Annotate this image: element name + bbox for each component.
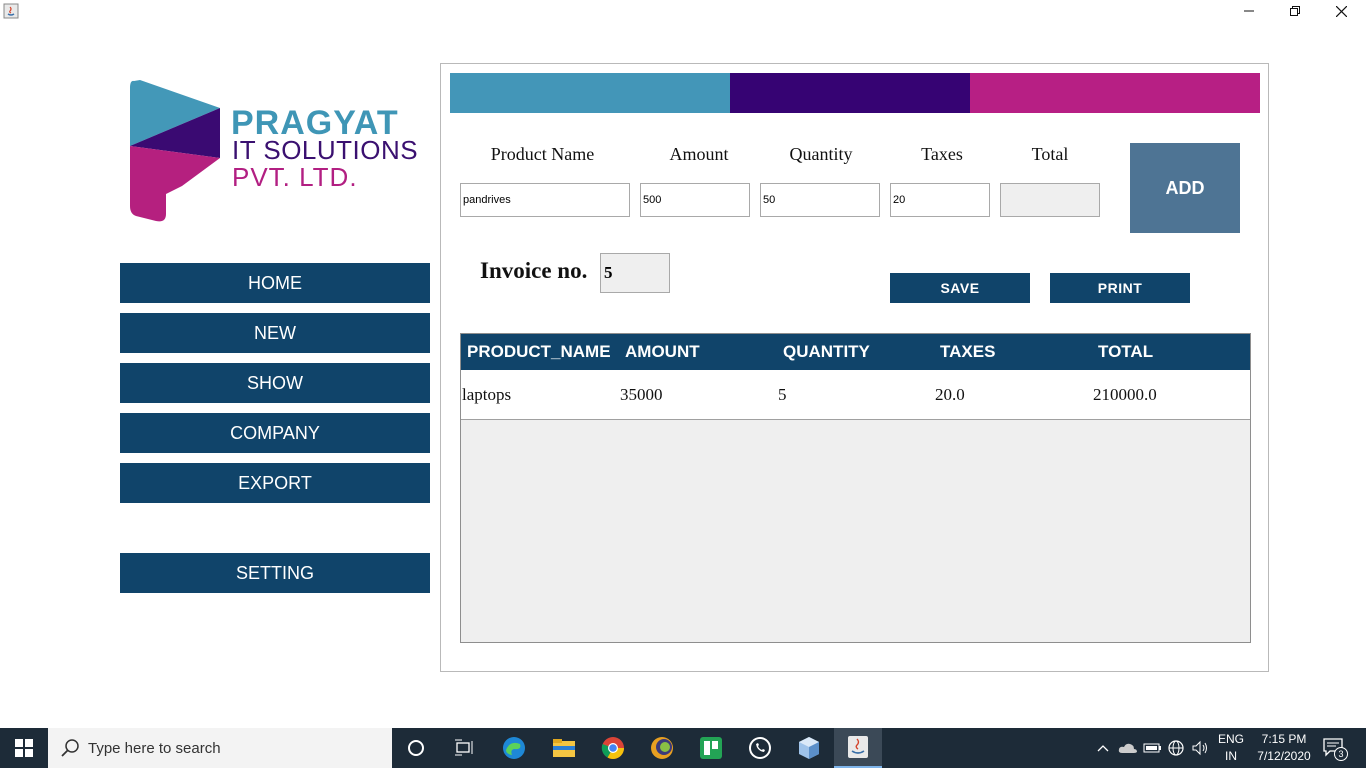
windows-icon (15, 739, 33, 757)
product-name-label: Product Name (490, 144, 595, 164)
taxes-label: Taxes (921, 144, 963, 164)
logo-mark-icon (130, 80, 220, 222)
eclipse-icon (651, 737, 673, 759)
chrome-icon (601, 737, 624, 759)
start-button[interactable] (0, 728, 48, 768)
total-label: Total (1031, 144, 1069, 164)
eclipse-button[interactable] (638, 728, 686, 768)
cell-taxes: 20.0 (935, 385, 965, 404)
invoice-table: PRODUCT_NAME AMOUNT QUANTITY TAXES TOTAL… (460, 333, 1251, 643)
chevron-up-icon (1097, 745, 1109, 752)
header-stripe-purple (730, 73, 970, 113)
cell-quantity: 5 (778, 385, 787, 404)
cell-total: 210000.0 (1093, 385, 1157, 404)
column-header-product-name[interactable]: PRODUCT_NAME (467, 334, 611, 370)
chrome-button[interactable] (589, 728, 637, 768)
header-stripe-blue (450, 73, 730, 113)
app-window: PRAGYAT IT SOLUTIONS PVT. LTD. HOME NEW … (0, 0, 1366, 728)
minimize-button[interactable] (1226, 0, 1272, 22)
battery-icon (1143, 743, 1161, 753)
speaker-icon (1192, 740, 1207, 756)
nav-show-button[interactable]: SHOW (120, 363, 430, 403)
save-button[interactable]: SAVE (890, 273, 1030, 303)
edge-icon (503, 737, 525, 759)
show-hidden-icons-button[interactable] (1096, 728, 1110, 768)
header-stripe-magenta (970, 73, 1260, 113)
close-icon (1335, 5, 1347, 17)
notification-count-badge: 3 (1334, 747, 1348, 761)
battery-tray-button[interactable] (1143, 728, 1163, 768)
column-header-taxes[interactable]: TAXES (940, 334, 995, 370)
invoice-label: Invoice no. (480, 258, 588, 283)
globe-icon (1168, 740, 1184, 756)
cell-amount: 35000 (620, 385, 663, 404)
clock-time: 7:15 PM (1261, 732, 1307, 746)
file-explorer-button[interactable] (540, 728, 588, 768)
logo-subtitle: IT SOLUTIONS (232, 135, 419, 165)
company-logo: PRAGYAT IT SOLUTIONS PVT. LTD. (126, 76, 426, 226)
language-code: ENG (1217, 732, 1244, 746)
taxes-input[interactable]: 20 (890, 183, 990, 217)
onedrive-tray-button[interactable] (1118, 728, 1138, 768)
quantity-label: Quantity (789, 144, 853, 164)
invoice-number-input[interactable]: 5 (600, 253, 670, 293)
cortana-button[interactable] (392, 728, 440, 768)
close-button[interactable] (1318, 0, 1364, 22)
action-center-button[interactable]: 3 (1322, 728, 1348, 768)
nav-export-button[interactable]: EXPORT (120, 463, 430, 503)
whatsapp-icon (749, 737, 771, 759)
task-view-button[interactable] (440, 728, 488, 768)
java-icon (848, 736, 868, 758)
trello-icon (700, 737, 722, 759)
amount-input[interactable]: 500 (640, 183, 750, 217)
column-header-total[interactable]: TOTAL (1098, 334, 1153, 370)
search-placeholder: Type here to search (88, 739, 221, 757)
virtualbox-icon (799, 737, 819, 759)
network-tray-button[interactable] (1167, 728, 1185, 768)
taskbar-search-box[interactable]: Type here to search (48, 728, 392, 768)
nav-company-button[interactable]: COMPANY (120, 413, 430, 453)
amount-label: Amount (669, 144, 729, 164)
trello-button[interactable] (687, 728, 735, 768)
table-header: PRODUCT_NAME AMOUNT QUANTITY TAXES TOTAL (461, 334, 1250, 370)
nav-home-button[interactable]: HOME (120, 263, 430, 303)
print-button[interactable]: PRINT (1050, 273, 1190, 303)
region-code: IN (1225, 749, 1237, 763)
restore-icon (1290, 6, 1300, 16)
quantity-input[interactable]: 50 (760, 183, 880, 217)
java-app-icon (3, 3, 19, 19)
volume-tray-button[interactable] (1191, 728, 1211, 768)
edge-button[interactable] (490, 728, 538, 768)
virtualbox-button[interactable] (785, 728, 833, 768)
column-header-quantity[interactable]: QUANTITY (783, 334, 870, 370)
nav-setting-button[interactable]: SETTING (120, 553, 430, 593)
cell-product-name: laptops (462, 385, 512, 404)
logo-suffix: PVT. LTD. (232, 162, 358, 192)
column-header-amount[interactable]: AMOUNT (625, 334, 700, 370)
table-row[interactable]: laptops 35000 5 20.0 210000.0 (461, 370, 1250, 420)
clock-button[interactable]: 7:15 PM 7/12/2020 (1252, 731, 1316, 765)
task-view-icon (455, 739, 473, 756)
restore-button[interactable] (1272, 0, 1318, 22)
whatsapp-button[interactable] (736, 728, 784, 768)
add-button[interactable]: ADD (1130, 143, 1240, 233)
input-language-button[interactable]: ENG IN (1214, 731, 1248, 765)
invoice-panel: Product Name Amount Quantity Taxes Total… (440, 63, 1269, 672)
nav-new-button[interactable]: NEW (120, 313, 430, 353)
clock-date: 7/12/2020 (1257, 749, 1311, 763)
product-name-input[interactable]: pandrives (460, 183, 630, 217)
taskbar: Type here to search ENG IN 7:15 PM 7/12/… (0, 728, 1366, 768)
cloud-icon (1118, 743, 1137, 753)
minimize-icon (1244, 10, 1254, 12)
file-explorer-icon (553, 739, 575, 757)
search-icon (61, 739, 79, 757)
total-input[interactable] (1000, 183, 1100, 217)
java-app-button[interactable] (834, 728, 882, 768)
title-bar (0, 0, 1366, 24)
cortana-icon (408, 740, 424, 756)
